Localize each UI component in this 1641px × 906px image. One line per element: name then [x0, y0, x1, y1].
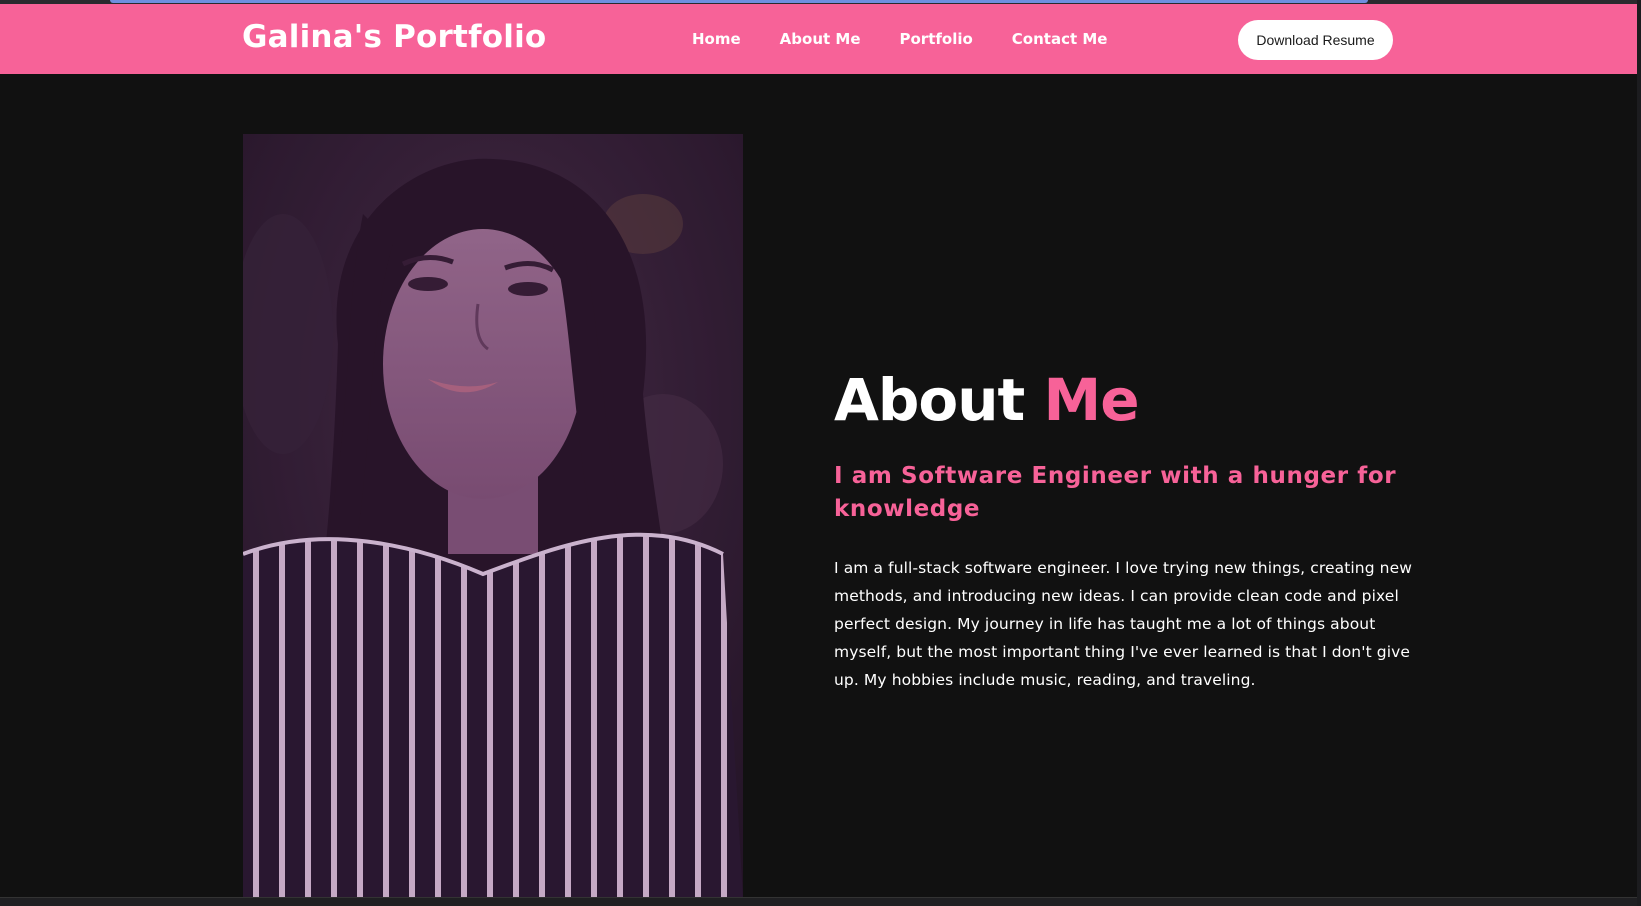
brand-title[interactable]: Galina's Portfolio — [242, 19, 546, 55]
about-section: About Me I am Software Engineer with a h… — [834, 365, 1414, 694]
nav-link-home[interactable]: Home — [692, 30, 741, 48]
download-resume-button[interactable]: Download Resume — [1238, 20, 1393, 60]
about-body: I am a full-stack software engineer. I l… — [834, 559, 1413, 689]
about-heading: About Me — [834, 365, 1414, 435]
page-fold-edge — [0, 897, 1641, 906]
nav-link-contact-me[interactable]: Contact Me — [1012, 30, 1108, 48]
nav-links: Home About Me Portfolio Contact Me — [692, 30, 1146, 48]
about-heading-accent: Me — [1043, 366, 1139, 434]
navbar: Galina's Portfolio Home About Me Portfol… — [0, 4, 1641, 74]
about-heading-main: About — [834, 366, 1025, 434]
nav-link-about-me[interactable]: About Me — [780, 30, 861, 48]
profile-photo — [243, 134, 743, 898]
about-subheading: I am Software Engineer with a hunger for… — [834, 463, 1397, 522]
address-bar-edge — [110, 0, 1368, 3]
window-scroll-edge — [1637, 0, 1641, 906]
nav-link-portfolio[interactable]: Portfolio — [900, 30, 973, 48]
